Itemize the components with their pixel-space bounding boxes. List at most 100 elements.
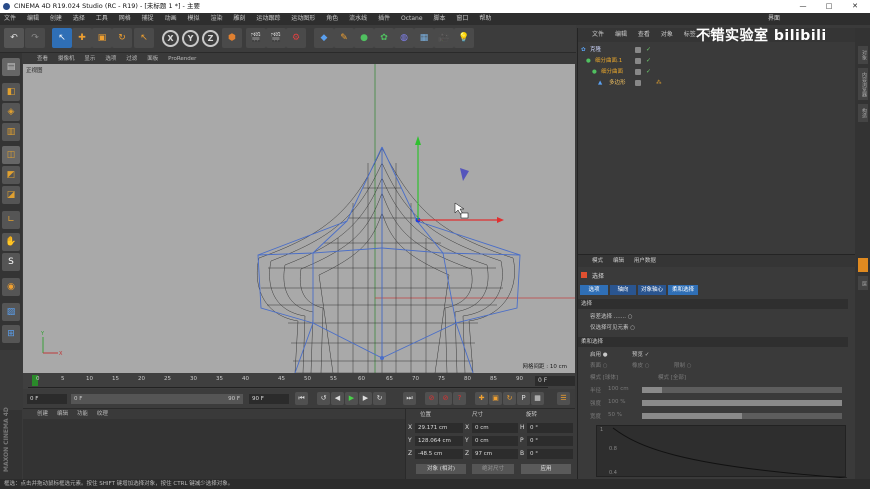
points-mode-icon[interactable]: ◫: [2, 146, 20, 164]
section-selection[interactable]: 选择: [578, 299, 848, 309]
prev-key-icon[interactable]: ↺: [317, 392, 330, 405]
falloff-curve-graph[interactable]: 1 0.8 0.4: [596, 425, 847, 478]
close-button[interactable]: ✕: [842, 0, 868, 13]
tab-structure[interactable]: 构造: [858, 104, 868, 122]
position-x-field[interactable]: 29.171 cm: [415, 423, 463, 433]
coordinate-system-icon[interactable]: ⬢: [222, 28, 242, 48]
workplane-icon[interactable]: ▥: [2, 123, 20, 141]
subdivision-surface-icon[interactable]: ●: [354, 28, 374, 48]
next-frame-icon[interactable]: ▶: [359, 392, 372, 405]
menu-tools[interactable]: 工具: [96, 13, 108, 25]
object-row-subdivision[interactable]: ● 细分曲面 ✓: [578, 67, 856, 77]
strength-slider[interactable]: [642, 400, 842, 406]
timeline-window-icon[interactable]: ☰: [557, 392, 570, 405]
visible-only-option[interactable]: 仅选择可见元素 ○: [590, 323, 635, 331]
redo-icon[interactable]: ↷: [25, 28, 45, 48]
live-select-icon[interactable]: ↖: [52, 28, 72, 48]
menu-simulate[interactable]: 模拟: [188, 13, 200, 25]
key-rotation-icon[interactable]: ↻: [503, 392, 516, 405]
soft-falloff-mode-dropdown[interactable]: 模式 [全部]: [658, 373, 686, 381]
phong-tag-icon[interactable]: ⁂: [656, 78, 662, 88]
x-axis-lock-icon[interactable]: X: [162, 30, 179, 47]
key-position-icon[interactable]: ✚: [475, 392, 488, 405]
menu-animate[interactable]: 动画: [165, 13, 177, 25]
rotate-icon[interactable]: ↻: [112, 28, 132, 48]
obj-menu-tags[interactable]: 标签: [684, 31, 696, 38]
render-view-icon[interactable]: 🎬: [246, 28, 266, 48]
obj-menu-edit[interactable]: 编辑: [615, 31, 627, 38]
material-menu-function[interactable]: 功能: [77, 411, 88, 417]
size-y-field[interactable]: 0 cm: [472, 436, 518, 446]
floor-icon[interactable]: ▦: [414, 28, 434, 48]
width-value[interactable]: 50 %: [608, 412, 622, 418]
edges-mode-icon[interactable]: ◩: [2, 166, 20, 184]
next-key-icon[interactable]: ↻: [373, 392, 386, 405]
light-icon[interactable]: 💡: [454, 28, 474, 48]
size-mode-dropdown[interactable]: 绝对尺寸: [472, 464, 514, 474]
tolerance-select-option[interactable]: 容差选择 ....... ○: [590, 312, 633, 320]
model-mode-icon[interactable]: ◧: [2, 83, 20, 101]
object-row-subdivision-1[interactable]: ● 细分曲面.1 ✓: [578, 56, 856, 66]
tab-layers[interactable]: 层: [858, 276, 868, 290]
object-row-polygon[interactable]: ▲ 多边形 ⁂: [578, 78, 856, 88]
recent-tools-icon[interactable]: ↖: [134, 28, 154, 48]
material-menu-texture[interactable]: 纹理: [97, 411, 108, 417]
menu-pipeline[interactable]: 流水线: [349, 13, 367, 25]
soft-enable-option[interactable]: 启用 ●: [590, 350, 608, 358]
menu-window[interactable]: 窗口: [456, 13, 468, 25]
strength-value[interactable]: 100 %: [608, 399, 625, 405]
texture-mode-icon[interactable]: ◈: [2, 103, 20, 121]
key-parameter-icon[interactable]: P: [517, 392, 530, 405]
radius-slider[interactable]: [642, 387, 842, 393]
menu-snap[interactable]: 捕捉: [142, 13, 154, 25]
menu-plugins[interactable]: 插件: [378, 13, 390, 25]
tab-object-axis[interactable]: 对象轴心: [638, 285, 666, 295]
menu-render[interactable]: 渲染: [210, 13, 222, 25]
tab-axis[interactable]: 轴向: [610, 285, 636, 295]
menu-sculpt[interactable]: 雕刻: [233, 13, 245, 25]
tab-objects[interactable]: 对象: [858, 46, 868, 64]
menu-file[interactable]: 文件: [4, 13, 16, 25]
cloner-icon[interactable]: ✿: [374, 28, 394, 48]
make-editable-icon[interactable]: ▤: [2, 58, 20, 76]
enabled-check-icon[interactable]: ✓: [646, 45, 651, 55]
menu-select[interactable]: 选择: [73, 13, 85, 25]
planar-workplane-icon[interactable]: ▨: [2, 303, 20, 321]
tab-soft-selection[interactable]: 柔和选择: [668, 285, 698, 295]
current-frame-field[interactable]: 0 F: [535, 376, 575, 386]
visibility-toggle[interactable]: [635, 69, 641, 75]
end-frame-field[interactable]: 90 F: [249, 394, 289, 404]
start-frame-field[interactable]: 0 F: [27, 394, 67, 404]
autokey-icon[interactable]: ⊘: [439, 392, 452, 405]
y-axis-lock-icon[interactable]: Y: [182, 30, 199, 47]
menu-mesh[interactable]: 网格: [119, 13, 131, 25]
obj-menu-objects[interactable]: 对象: [661, 31, 673, 38]
camera-icon[interactable]: 🎥: [434, 28, 454, 48]
radius-value[interactable]: 100 cm: [608, 386, 629, 392]
menu-octane[interactable]: Octane: [401, 13, 423, 25]
record-active-icon[interactable]: ⊘: [425, 392, 438, 405]
tab-content-browser[interactable]: 内容浏览器: [858, 68, 868, 100]
visibility-toggle[interactable]: [635, 47, 641, 53]
snapping-icon[interactable]: S: [2, 253, 20, 271]
key-pla-icon[interactable]: ▦: [531, 392, 544, 405]
menu-help[interactable]: 帮助: [479, 13, 491, 25]
obj-menu-file[interactable]: 文件: [592, 31, 604, 38]
move-icon[interactable]: ✚: [72, 28, 92, 48]
tweak-mode-icon[interactable]: ✋: [2, 233, 20, 251]
menu-character[interactable]: 角色: [326, 13, 338, 25]
position-y-field[interactable]: 128.064 cm: [415, 436, 463, 446]
soft-surface-option[interactable]: 表面 ○: [590, 361, 608, 369]
visibility-toggle[interactable]: [635, 58, 641, 64]
obj-menu-view[interactable]: 查看: [638, 31, 650, 38]
material-menu-edit[interactable]: 编辑: [57, 411, 68, 417]
rotation-b-field[interactable]: 0 °: [527, 449, 573, 459]
deformer-icon[interactable]: ◍: [394, 28, 414, 48]
position-z-field[interactable]: -48.5 cm: [415, 449, 463, 459]
enabled-check-icon[interactable]: ✓: [646, 67, 651, 77]
apply-button[interactable]: 应用: [521, 464, 571, 474]
timeline-ruler[interactable]: 0 5 10 15 20 25 30 35 40 45 50 55 60 65 …: [28, 374, 548, 388]
maximize-button[interactable]: □: [816, 0, 842, 13]
polygons-mode-icon[interactable]: ◪: [2, 186, 20, 204]
rotation-p-field[interactable]: 0 °: [527, 436, 573, 446]
